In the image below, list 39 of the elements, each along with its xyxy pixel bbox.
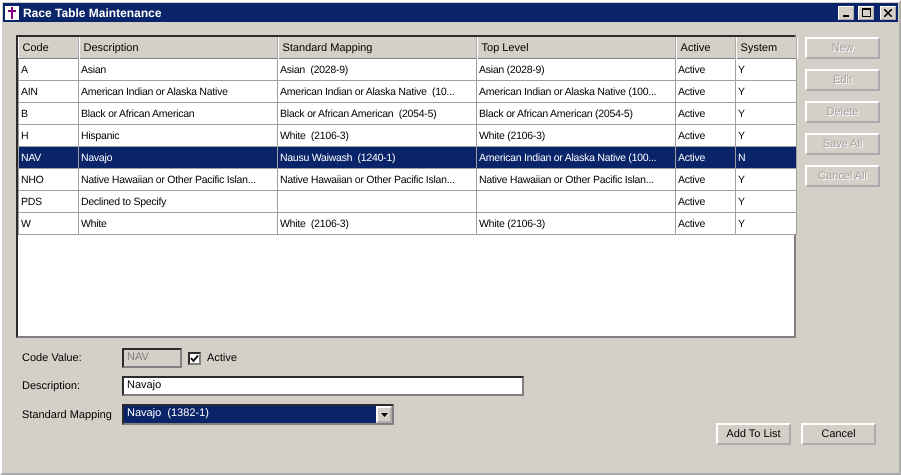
table-row[interactable]: PDS Declined to Specify Active Y: [18, 190, 796, 212]
check-icon: [190, 354, 199, 362]
dialog-button[interactable]: Cancel: [801, 423, 876, 445]
table-cell: Active: [676, 212, 736, 234]
field-label: Description:: [22, 380, 82, 392]
window-title: Race Table Maintenance: [23, 6, 162, 20]
maximize-button[interactable]: [858, 6, 874, 20]
table-cell: White (2106-3): [476, 212, 676, 234]
table-row[interactable]: AIN American Indian or Alaska Native American Indian or Alaska Native (10... American Indian or Alaska Native (100... Active Y: [18, 80, 796, 102]
checkbox-label: Active: [207, 352, 237, 364]
table-row[interactable]: H Hispanic White (2106-3) White (2106-3) Active Y: [18, 124, 796, 146]
field-label: Standard Mapping: [22, 408, 113, 420]
column-header[interactable]: Description: [78, 37, 278, 58]
maximize-icon: [862, 8, 870, 17]
table-row[interactable]: W White White (2106-3) White (2106-3) Active Y: [18, 212, 796, 234]
column-header[interactable]: Top Level: [476, 37, 676, 58]
table-row[interactable]: B Black or African American Black or African American (2054-5) Black or African American (2054-5) Active Y: [18, 102, 796, 124]
column-header[interactable]: Active: [676, 37, 736, 58]
minimize-button[interactable]: [838, 6, 854, 20]
cross-icon: [5, 6, 19, 20]
column-header[interactable]: System: [736, 37, 796, 58]
table-row[interactable]: NAV Navajo Nausu Waiwash (1240-1) American Indian or Alaska Native (100... Active N: [18, 146, 796, 168]
table-row[interactable]: NHO Native Hawaiian or Other Pacific Islan... Native Hawaiian or Other Pacific Islan... Native Hawaiian or Other Pacific Islan... Active Y: [18, 168, 796, 190]
table-cell: Y: [736, 212, 796, 234]
description-field[interactable]: Navajo: [122, 376, 524, 396]
caret-icon: [380, 412, 388, 416]
mapping-dropdown[interactable]: Navajo (1382-1): [122, 404, 394, 425]
table-cell: White: [78, 212, 278, 234]
table-cell: W: [18, 212, 78, 234]
minimize-icon: [843, 14, 849, 16]
dialog-button[interactable]: Add To List: [716, 423, 791, 445]
column-header[interactable]: Code: [18, 37, 78, 58]
close-button[interactable]: [880, 6, 896, 20]
close-icon: [884, 8, 892, 16]
field-label: Code Value:: [22, 352, 83, 364]
table-cell: White (2106-3): [278, 212, 476, 234]
column-header[interactable]: Standard Mapping: [278, 37, 476, 58]
table-row[interactable]: A Asian Asian (2028-9) Asian (2028-9) Active Y: [18, 58, 796, 80]
active-checkbox[interactable]: [188, 352, 201, 364]
